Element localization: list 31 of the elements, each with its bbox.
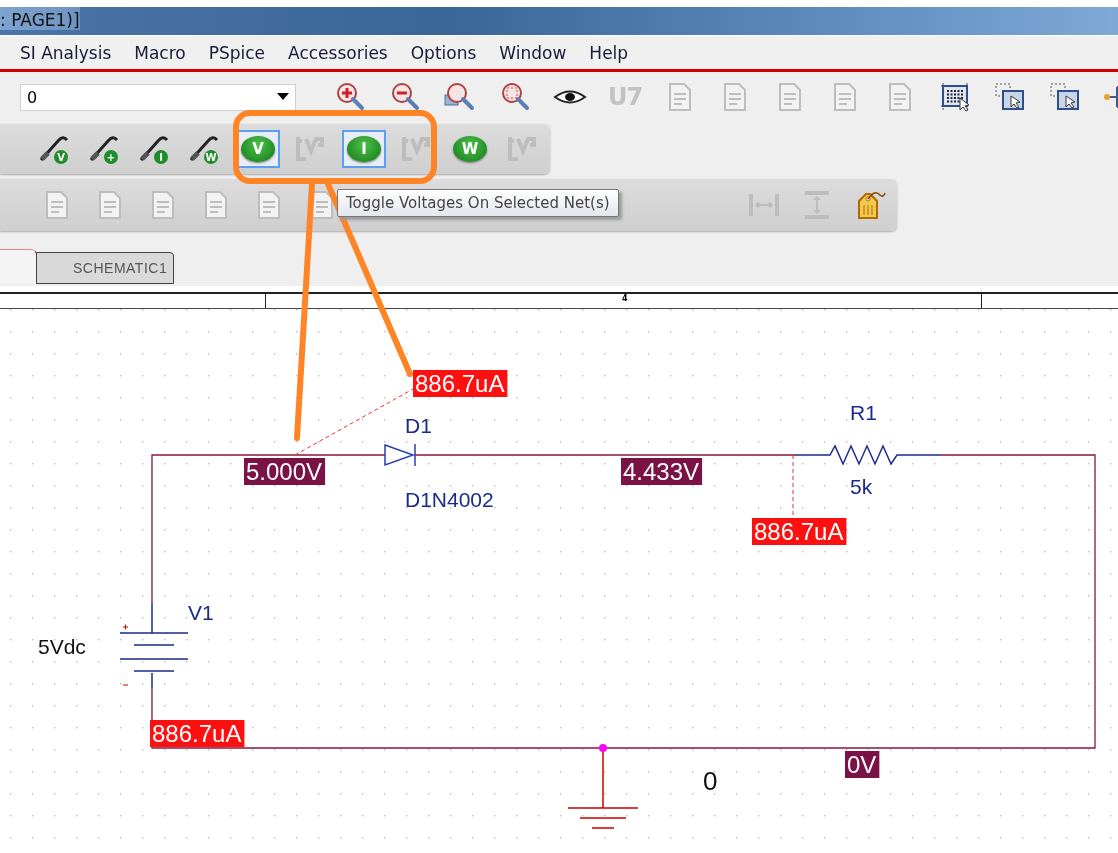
menu-item[interactable]: Options	[410, 42, 477, 63]
current-marker: 886.7uA	[150, 720, 245, 747]
window-title: : PAGE1)]	[0, 7, 80, 30]
menu-item[interactable]: Accessories	[288, 42, 388, 63]
ruler-label: 4	[622, 294, 628, 304]
current-marker: 886.7uA	[752, 518, 847, 545]
marker-toggle-button[interactable]: V	[236, 130, 280, 168]
zoom-area-icon[interactable]	[443, 81, 477, 113]
menu-item[interactable]: Help	[589, 42, 629, 63]
diode-symbol	[384, 443, 416, 467]
part-value: 5k	[850, 475, 873, 498]
page-tab[interactable]	[0, 249, 37, 284]
menu-item[interactable]: SI Analysis	[20, 42, 112, 63]
menu-item[interactable]: Macro	[134, 42, 186, 63]
current-marker: 886.7uA	[413, 370, 508, 397]
menu-item[interactable]: Window	[499, 42, 567, 63]
part-reference: V1	[188, 601, 214, 624]
page-tab[interactable]: SCHEMATIC1	[36, 252, 175, 284]
tooltip: Toggle Voltages On Selected Net(s)	[337, 189, 619, 217]
part-reference: D1	[405, 414, 432, 437]
menu-item[interactable]: PSpice	[208, 42, 266, 63]
voltage-marker: 4.433V	[621, 458, 703, 485]
part-value: 5Vdc	[38, 635, 86, 658]
part-value: D1N4002	[405, 488, 494, 511]
dropdown-arrow-icon[interactable]	[277, 93, 289, 101]
net-label: 0	[703, 766, 718, 796]
zoom-combo-box[interactable]: 0	[20, 83, 296, 111]
junction-dot	[599, 744, 607, 752]
voltage-marker: 0V	[845, 751, 880, 778]
voltage-marker: 5.000V	[244, 458, 326, 485]
part-reference: R1	[850, 401, 877, 424]
